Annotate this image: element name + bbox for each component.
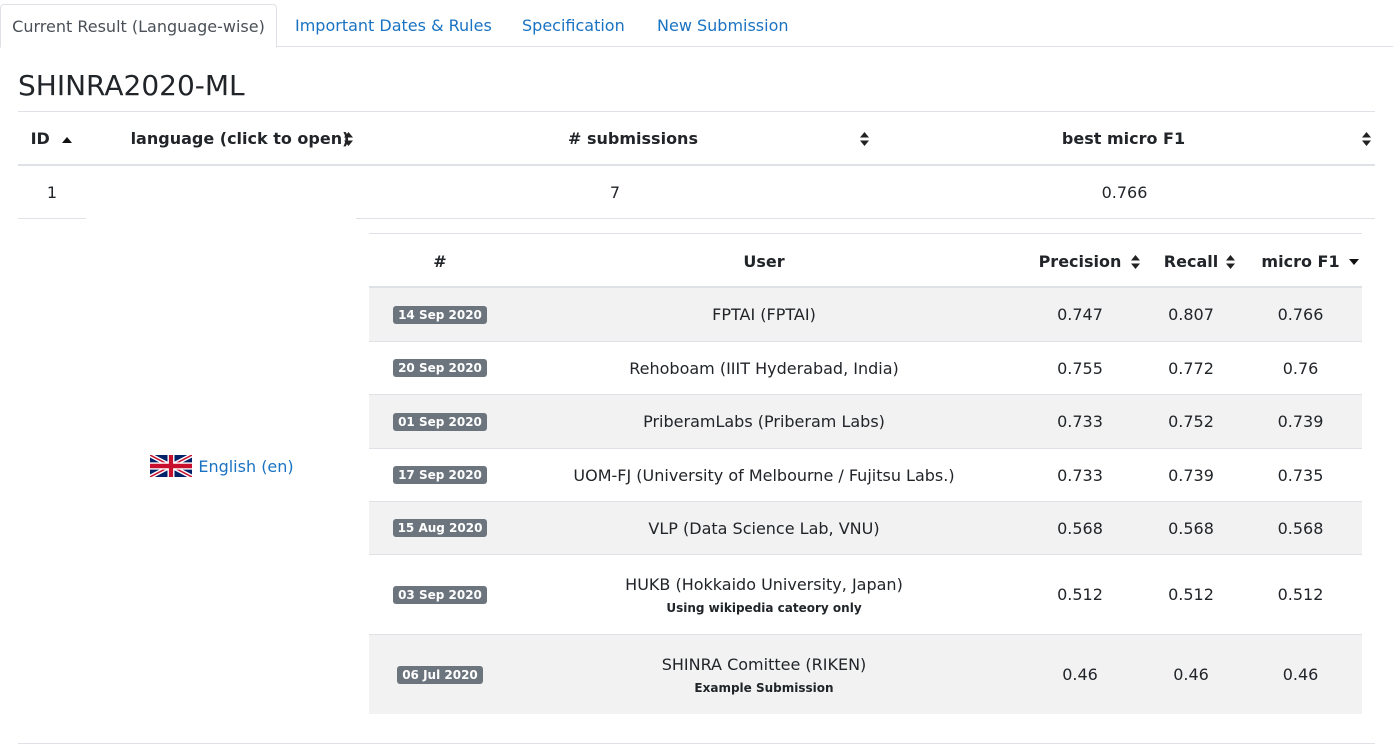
sort-both-icon[interactable]: [1130, 234, 1141, 287]
tab-current-result[interactable]: Current Result (Language-wise): [0, 4, 277, 48]
user-name: VLP (Data Science Lab, VNU): [648, 518, 880, 538]
date-badge: 15 Aug 2020: [392, 519, 488, 537]
date-badge: 03 Sep 2020: [393, 585, 487, 604]
date-badge: 20 Sep 2020: [393, 359, 487, 377]
recall-cell: 0.739: [1168, 465, 1214, 485]
row-id-cell: 1: [18, 166, 86, 219]
date-badge: 01 Sep 2020: [393, 412, 487, 431]
user-name: FPTAI (FPTAI): [712, 305, 816, 324]
header-user: User: [743, 252, 785, 271]
date-badge: 14 Sep 2020: [393, 305, 487, 324]
user-name: SHINRA Comittee (RIKEN): [661, 654, 867, 674]
sort-asc-icon: [62, 136, 73, 143]
date-cell: 03 Sep 2020: [369, 555, 511, 634]
precision-cell: 0.568: [1057, 518, 1103, 538]
recall-cell: 0.807: [1168, 305, 1214, 324]
header-id[interactable]: ID: [18, 112, 86, 165]
user-name: PriberamLabs (Priberam Labs): [643, 412, 885, 431]
user-cell: PriberamLabs (Priberam Labs): [511, 395, 1017, 448]
f1-cell: 0.46: [1282, 665, 1319, 684]
page-title: SHINRA2020-ML: [18, 69, 245, 102]
precision-cell: 0.733: [1057, 412, 1103, 431]
header-precision[interactable]: Precision: [1017, 234, 1143, 287]
submissions-table-header: # User Precision Recall micro F1: [369, 233, 1362, 288]
tab-specification[interactable]: Specification: [522, 5, 625, 47]
tab-new-submission[interactable]: New Submission: [657, 5, 789, 47]
precision-cell: 0.733: [1057, 465, 1103, 485]
f1-cell: 0.512: [1277, 585, 1324, 604]
tab-important-dates[interactable]: Important Dates & Rules: [295, 5, 492, 47]
header-precision-label: Precision: [1038, 252, 1122, 271]
sort-desc-icon[interactable]: [1348, 234, 1360, 287]
f1-cell: 0.76: [1282, 358, 1319, 378]
header-recall-label: Recall: [1163, 252, 1219, 271]
language-label: English (en): [198, 456, 294, 476]
header-best-f1[interactable]: best micro F1: [892, 112, 1355, 165]
sort-both-icon[interactable]: [1225, 234, 1236, 287]
header-submissions[interactable]: # submissions: [374, 112, 892, 165]
recall-cell: 0.46: [1173, 665, 1209, 684]
user-cell: Rehoboam (IIIT Hyderabad, India): [511, 342, 1017, 394]
page: Current Result (Language-wise) Important…: [0, 0, 1393, 745]
header-best-f1-label: best micro F1: [1061, 129, 1186, 148]
user-name: Rehoboam (IIIT Hyderabad, India): [629, 358, 899, 378]
submission-note: Using wikipedia cateory only: [666, 600, 862, 615]
date-badge: 06 Jul 2020: [397, 665, 483, 684]
header-f1[interactable]: micro F1: [1239, 234, 1362, 287]
row-submissions-cell: 7: [356, 166, 874, 219]
submissions-table: # User Precision Recall micro F1 14 Sep …: [369, 233, 1362, 714]
user-cell: SHINRA Comittee (RIKEN) Example Submissi…: [511, 635, 1017, 714]
table-row: 17 Sep 2020 UOM-FJ (University of Melbou…: [369, 449, 1362, 502]
recall-cell: 0.512: [1168, 585, 1214, 604]
user-cell: UOM-FJ (University of Melbourne / Fujits…: [511, 449, 1017, 501]
date-cell: 06 Jul 2020: [369, 635, 511, 714]
user-name: UOM-FJ (University of Melbourne / Fujits…: [573, 465, 955, 485]
sort-both-icon[interactable]: [1361, 112, 1372, 165]
precision-cell: 0.747: [1057, 305, 1103, 324]
header-num: #: [433, 252, 447, 271]
header-submissions-label: # submissions: [568, 129, 698, 148]
user-name: HUKB (Hokkaido University, Japan): [625, 574, 903, 594]
date-cell: 01 Sep 2020: [369, 395, 511, 448]
table-row: 01 Sep 2020 PriberamLabs (Priberam Labs)…: [369, 395, 1362, 449]
recall-cell: 0.772: [1168, 358, 1214, 378]
f1-cell: 0.766: [1277, 305, 1324, 324]
date-cell: 15 Aug 2020: [369, 502, 511, 554]
header-language-label: language (click to open): [130, 129, 350, 148]
date-cell: 14 Sep 2020: [369, 288, 511, 341]
row-best-f1-cell: 0.766: [874, 166, 1375, 219]
header-id-label: ID: [30, 129, 50, 148]
table-row: 15 Aug 2020 VLP (Data Science Lab, VNU) …: [369, 502, 1362, 555]
tab-bar: Current Result (Language-wise) Important…: [0, 0, 1393, 48]
results-table-header: ID language (click to open) # submission…: [18, 111, 1375, 166]
f1-cell: 0.735: [1277, 465, 1324, 485]
precision-cell: 0.755: [1057, 358, 1103, 378]
uk-flag-icon: [150, 455, 193, 477]
recall-cell: 0.752: [1168, 412, 1214, 431]
date-cell: 17 Sep 2020: [369, 449, 511, 501]
precision-cell: 0.46: [1062, 665, 1098, 684]
user-cell: FPTAI (FPTAI): [511, 288, 1017, 341]
precision-cell: 0.512: [1057, 585, 1103, 604]
sort-both-icon[interactable]: [859, 112, 870, 165]
language-link[interactable]: English (en): [150, 455, 294, 477]
language-cell: English (en): [88, 219, 356, 713]
f1-cell: 0.739: [1277, 412, 1324, 431]
date-badge: 17 Sep 2020: [393, 466, 487, 484]
table-row: 20 Sep 2020 Rehoboam (IIIT Hyderabad, In…: [369, 342, 1362, 395]
header-language[interactable]: language (click to open): [106, 112, 374, 165]
table-row: 06 Jul 2020 SHINRA Comittee (RIKEN) Exam…: [369, 635, 1362, 714]
user-cell: HUKB (Hokkaido University, Japan) Using …: [511, 555, 1017, 634]
date-cell: 20 Sep 2020: [369, 342, 511, 394]
sort-both-icon[interactable]: [343, 112, 354, 165]
f1-cell: 0.568: [1277, 518, 1324, 538]
table-row: 03 Sep 2020 HUKB (Hokkaido University, J…: [369, 555, 1362, 635]
user-cell: VLP (Data Science Lab, VNU): [511, 502, 1017, 554]
submission-note: Example Submission: [694, 680, 834, 695]
table-row: 14 Sep 2020 FPTAI (FPTAI) 0.747 0.807 0.…: [369, 288, 1362, 342]
recall-cell: 0.568: [1168, 518, 1214, 538]
table-bottom-border: [18, 743, 1375, 744]
header-f1-label: micro F1: [1261, 252, 1340, 271]
